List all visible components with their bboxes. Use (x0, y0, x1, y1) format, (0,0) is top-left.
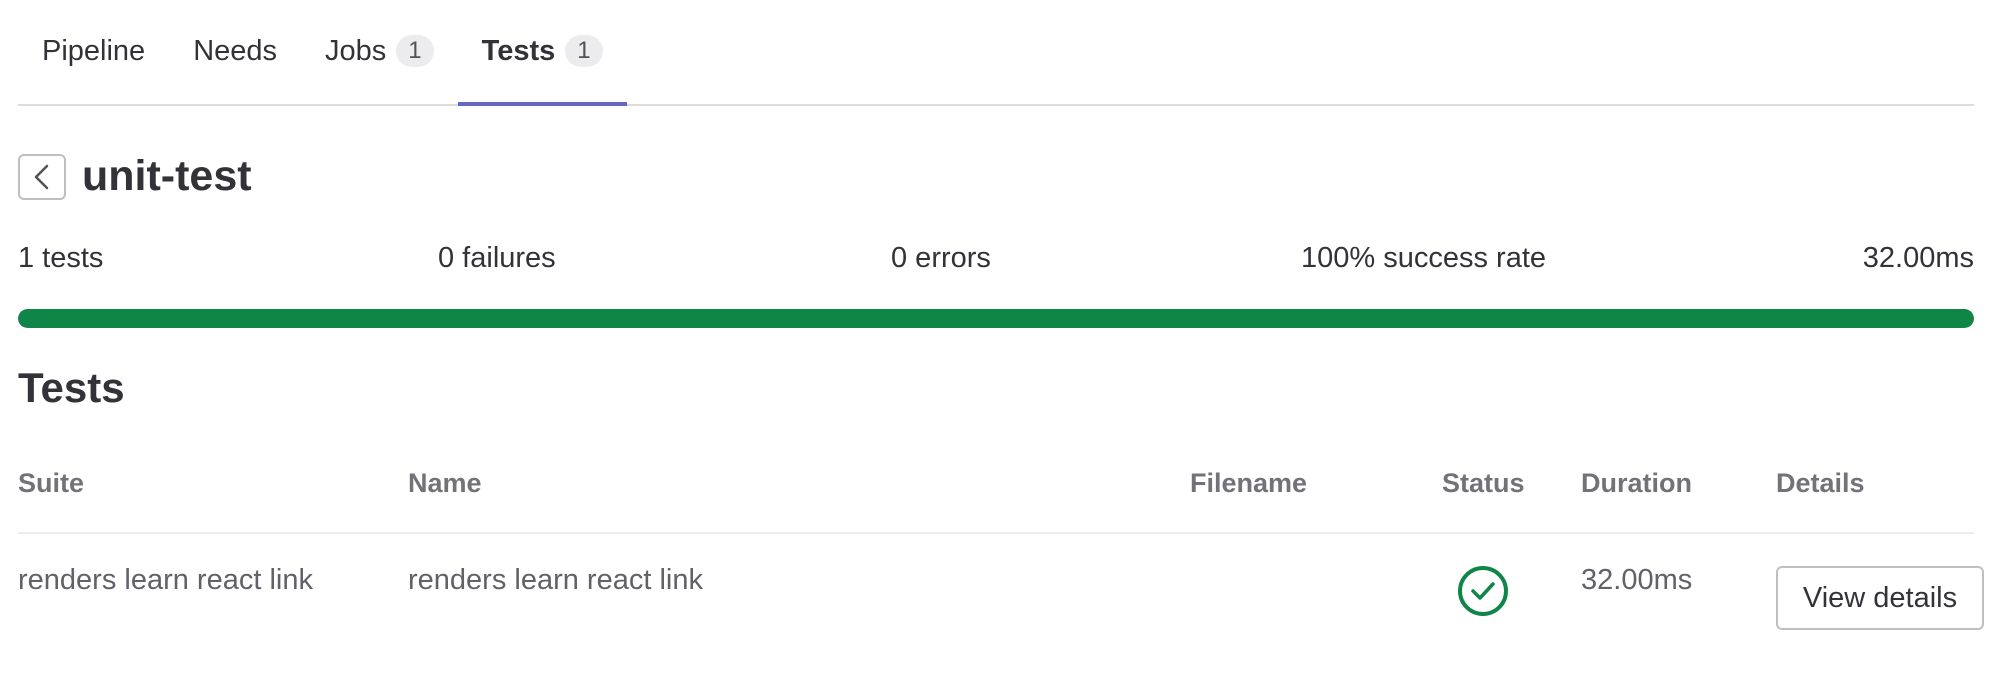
tab-label: Jobs (325, 34, 387, 67)
pipeline-tabs: Pipeline Needs Jobs 1 Tests 1 (18, 0, 1974, 106)
column-suite: Suite (18, 468, 85, 498)
tab-pipeline[interactable]: Pipeline (18, 0, 169, 106)
check-circle-icon (1458, 566, 1508, 616)
pipeline-page: Pipeline Needs Jobs 1 Tests 1 unit-test … (0, 0, 2002, 676)
tab-label: Tests (481, 34, 556, 67)
progress-fill (18, 309, 1974, 328)
tab-label: Needs (193, 34, 278, 67)
table-row: renders learn react link renders learn r… (18, 536, 1984, 646)
tests-table-header: Suite Name Filename Status Duration Deta… (18, 464, 1974, 534)
column-filename: Filename (1190, 468, 1308, 498)
tab-jobs[interactable]: Jobs 1 (301, 0, 458, 106)
total-duration: 32.00ms (1862, 242, 1974, 274)
job-header: unit-test (18, 152, 252, 201)
errors-count: 0 errors (891, 242, 991, 274)
column-duration: Duration (1581, 468, 1692, 498)
column-status: Status (1442, 468, 1525, 498)
back-button[interactable] (18, 153, 66, 200)
tab-needs[interactable]: Needs (169, 0, 301, 106)
tests-section-title: Tests (18, 364, 125, 411)
tab-tests[interactable]: Tests 1 (457, 0, 627, 106)
tests-count: 1 tests (18, 242, 104, 274)
count-badge: 1 (565, 35, 603, 67)
view-details-button[interactable]: View details (1776, 566, 1984, 630)
failures-count: 0 failures (438, 242, 556, 274)
chevron-left-icon (34, 164, 49, 189)
column-details: Details (1776, 468, 1865, 498)
suite-cell: renders learn react link (18, 564, 313, 596)
tab-label: Pipeline (42, 34, 146, 67)
success-progress-bar (18, 309, 1974, 328)
name-cell: renders learn react link (408, 564, 703, 596)
success-rate: 100% success rate (1301, 242, 1547, 274)
duration-cell: 32.00ms (1581, 564, 1693, 596)
job-title: unit-test (82, 152, 252, 200)
column-name: Name (408, 468, 482, 498)
test-summary: 1 tests 0 failures 0 errors 100% success… (18, 242, 1974, 282)
count-badge: 1 (396, 35, 434, 67)
